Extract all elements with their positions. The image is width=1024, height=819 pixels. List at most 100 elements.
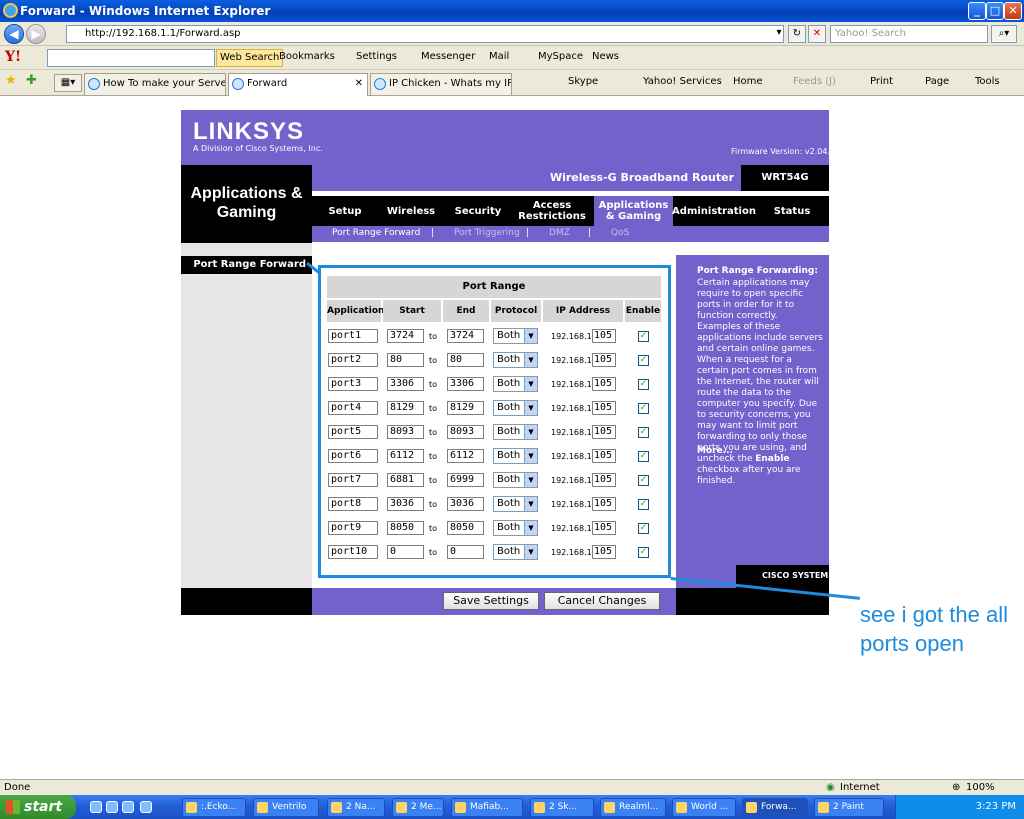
subtab-qos[interactable]: QoS	[611, 228, 629, 238]
tab-forward[interactable]: Forward ✕	[228, 73, 368, 96]
taskbar-item-label: 2 Paint	[833, 802, 864, 812]
yahoo-logo-icon[interactable]: Y!	[5, 49, 21, 65]
taskbar-item[interactable]: Realml...	[600, 798, 666, 817]
tab-wireless[interactable]: Wireless	[384, 196, 438, 226]
mail-menu[interactable]: Mail	[489, 51, 509, 62]
help-title: Port Range Forwarding:	[697, 266, 818, 276]
window-title-bar: Forward - Windows Internet Explorer _ □ …	[0, 0, 1024, 22]
page-icon	[232, 78, 244, 90]
taskbar-item-label: 2 Me...	[411, 802, 442, 812]
taskbar-item[interactable]: Ventrilo	[253, 798, 319, 817]
search-input[interactable]: Yahoo! Search	[830, 25, 988, 43]
address-bar-row: ◀ ▶ http://192.168.1.1/Forward.asp ▾ ↻ ✕…	[0, 22, 1024, 46]
quick-launch-icon[interactable]	[122, 801, 134, 813]
favorites-star-icon[interactable]: ★	[5, 73, 17, 88]
annotation-box	[318, 265, 671, 578]
home-button[interactable]: Home	[733, 76, 763, 87]
close-button[interactable]: ✕	[1004, 2, 1022, 20]
zone-text: Internet	[840, 782, 880, 793]
section-title: Applications & Gaming	[190, 185, 303, 221]
web-search-button[interactable]: Web Search	[216, 49, 284, 67]
page-menu[interactable]: Page	[925, 76, 949, 87]
help-more-link[interactable]: More...	[697, 446, 733, 456]
taskbar-item[interactable]: 2 Sk...	[530, 798, 594, 817]
cancel-changes-button[interactable]: Cancel Changes	[544, 592, 660, 610]
forward-button[interactable]: ▶	[26, 24, 46, 44]
taskbar-item[interactable]: World ...	[672, 798, 736, 817]
start-button[interactable]: start	[0, 795, 76, 819]
tab-how-to[interactable]: How To make your Server Pu...	[84, 73, 226, 95]
app-icon	[257, 802, 268, 813]
subtab-separator: |	[588, 228, 592, 238]
app-icon	[746, 802, 757, 813]
windows-flag-icon	[6, 800, 20, 814]
print-button[interactable]: Print	[870, 76, 893, 87]
search-go-icon[interactable]: ⌕▾	[991, 25, 1017, 43]
tab-access-restrictions[interactable]: Access Restrictions	[518, 196, 586, 226]
taskbar-item-label: Forwa...	[761, 802, 797, 812]
quick-tabs-icon[interactable]: ▦▾	[54, 74, 82, 92]
tab-bar: ★ ✚ ▦▾ How To make your Server Pu... For…	[0, 70, 1024, 96]
app-icon	[331, 802, 342, 813]
cisco-logo-text: CISCO SYSTEMS	[762, 571, 835, 580]
page-icon	[88, 78, 100, 90]
news-menu[interactable]: News	[592, 51, 619, 62]
tab-security[interactable]: Security	[450, 196, 506, 226]
tab-applications-gaming[interactable]: Applications & Gaming	[594, 196, 673, 226]
add-favorite-icon[interactable]: ✚	[26, 73, 37, 88]
taskbar-item-label: 2 Sk...	[549, 802, 578, 812]
firmware-version: Firmware Version: v2.04.4	[731, 147, 836, 156]
bookmarks-menu[interactable]: Bookmarks	[279, 51, 335, 62]
settings-menu[interactable]: Settings	[356, 51, 397, 62]
taskbar-item-label: World ...	[691, 802, 729, 812]
taskbar-item[interactable]: 2 Na...	[327, 798, 385, 817]
yahoo-search-input[interactable]	[47, 49, 215, 67]
tab-setup[interactable]: Setup	[318, 196, 372, 226]
tab-status[interactable]: Status	[764, 196, 820, 226]
taskbar-item-label: :.Ecko...	[201, 802, 237, 812]
save-settings-button[interactable]: Save Settings	[443, 592, 539, 610]
skype-menu[interactable]: Skype	[568, 76, 598, 87]
taskbar-item[interactable]: Mafiab...	[451, 798, 523, 817]
taskbar-item-label: 2 Na...	[346, 802, 376, 812]
taskbar-item[interactable]: 2 Me...	[392, 798, 444, 817]
linksys-logo: LINKSYS	[193, 118, 305, 145]
quick-launch-icon[interactable]	[90, 801, 102, 813]
maximize-button[interactable]: □	[986, 2, 1004, 20]
messenger-menu[interactable]: Messenger	[421, 51, 475, 62]
left-section-label: Port Range Forward	[181, 256, 312, 274]
app-icon	[186, 802, 197, 813]
address-dropdown-icon[interactable]: ▾	[770, 25, 788, 43]
tab-ip-chicken[interactable]: IP Chicken - Whats my IP ad...	[370, 73, 512, 95]
linksys-tagline: A Division of Cisco Systems, Inc.	[193, 144, 323, 153]
zoom-icon[interactable]: ⊕	[952, 780, 960, 795]
subtab-port-range-forward[interactable]: Port Range Forward	[332, 228, 420, 238]
myspace-menu[interactable]: MySpace	[538, 51, 583, 62]
taskbar-item[interactable]: Forwa...	[742, 798, 808, 817]
status-text: Done	[4, 782, 31, 793]
quick-launch-icon[interactable]	[106, 801, 118, 813]
close-tab-icon[interactable]: ✕	[355, 74, 363, 94]
minimize-button[interactable]: _	[968, 2, 986, 20]
globe-icon: ◉	[826, 782, 835, 793]
tab-administration[interactable]: Administration	[672, 196, 756, 226]
stop-icon[interactable]: ✕	[808, 25, 826, 43]
refresh-icon[interactable]: ↻	[788, 25, 806, 43]
window-title: Forward - Windows Internet Explorer	[20, 4, 271, 18]
taskbar-item[interactable]: :.Ecko...	[182, 798, 246, 817]
taskbar-item-label: Ventrilo	[272, 802, 307, 812]
quick-launch-icon[interactable]	[140, 801, 152, 813]
subtab-dmz[interactable]: DMZ	[549, 228, 570, 238]
zoom-level[interactable]: 100%	[966, 780, 995, 795]
tools-menu[interactable]: Tools	[975, 76, 1000, 87]
taskbar-item[interactable]: 2 Paint	[814, 798, 884, 817]
back-button[interactable]: ◀	[4, 24, 24, 44]
yahoo-services-menu[interactable]: Yahoo! Services	[643, 76, 722, 87]
model-name: WRT54G	[741, 165, 829, 191]
app-icon	[455, 802, 466, 813]
address-input[interactable]: http://192.168.1.1/Forward.asp	[66, 25, 784, 43]
product-name: Wireless-G Broadband Router	[549, 171, 734, 184]
taskbar-item-label: Mafiab...	[470, 802, 509, 812]
subtab-port-triggering[interactable]: Port Triggering	[454, 228, 520, 238]
feeds-button[interactable]: Feeds (J)	[793, 76, 836, 87]
